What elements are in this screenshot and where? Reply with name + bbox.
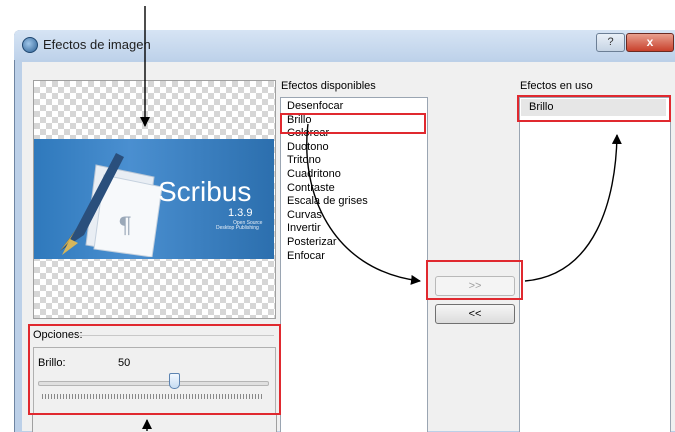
window-title: Efectos de imagen bbox=[43, 37, 151, 52]
app-icon bbox=[22, 37, 38, 53]
pen-paper-graphic: ¶ bbox=[60, 153, 163, 257]
effect-list-item[interactable]: Contraste bbox=[287, 182, 335, 196]
effect-list-item[interactable]: Curvas bbox=[287, 209, 322, 223]
highlight-in-use-brillo bbox=[517, 95, 671, 122]
effect-list-item[interactable]: Desenfocar bbox=[287, 100, 343, 114]
remove-effect-button[interactable]: << bbox=[435, 304, 515, 324]
effect-list-item[interactable]: Posterizar bbox=[287, 236, 337, 250]
highlight-available-brillo bbox=[280, 113, 426, 134]
effect-list-item[interactable]: Enfocar bbox=[287, 250, 325, 264]
effect-list-item[interactable]: Cuadritono bbox=[287, 168, 341, 182]
effect-list-item[interactable]: Tritono bbox=[287, 154, 321, 168]
help-button[interactable]: ? bbox=[596, 33, 625, 52]
highlight-add-button bbox=[426, 260, 523, 300]
available-effects-header: Efectos disponibles bbox=[281, 80, 376, 92]
splash-version: 1.3.9 bbox=[228, 207, 253, 219]
splash-tagline-2: Desktop Publishing bbox=[216, 225, 259, 231]
effects-in-use-header: Efectos en uso bbox=[520, 80, 593, 92]
effect-list-item[interactable]: Escala de grises bbox=[287, 195, 368, 209]
effect-list-item[interactable]: Duotono bbox=[287, 141, 329, 155]
available-effects-list[interactable]: Desenfocar Brillo Colorear Duotono Tritono Cu… bbox=[280, 97, 428, 432]
splash-app-name: Scribus bbox=[158, 176, 252, 207]
svg-text:¶: ¶ bbox=[118, 214, 132, 239]
effect-list-item[interactable]: Invertir bbox=[287, 222, 321, 236]
close-button[interactable]: x bbox=[626, 33, 674, 52]
lower-panel bbox=[32, 414, 277, 432]
highlight-options bbox=[28, 324, 281, 415]
effects-in-use-list[interactable] bbox=[519, 97, 671, 432]
